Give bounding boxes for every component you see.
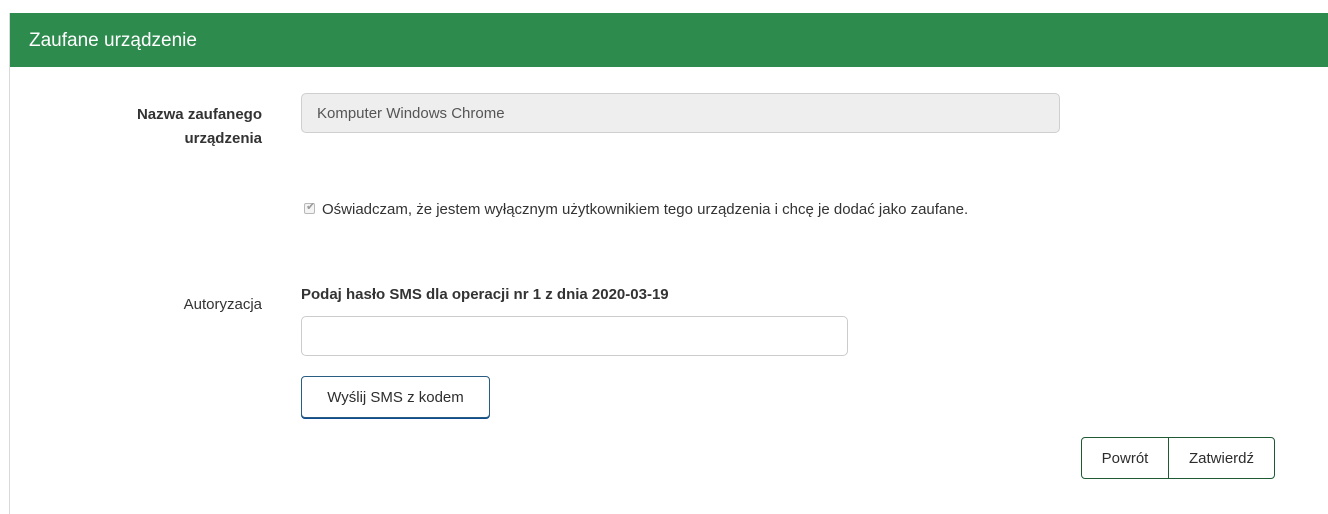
device-name-label: Nazwa zaufanego urządzenia xyxy=(136,106,262,147)
submit-button[interactable]: Zatwierdź xyxy=(1168,437,1275,479)
sms-code-input[interactable] xyxy=(301,316,848,356)
device-name-input[interactable] xyxy=(301,93,1060,133)
consent-text: Oświadczam, że jestem wyłącznym użytkown… xyxy=(322,201,969,218)
trusted-device-panel: Zaufane urządzenie Nazwa zaufanego urząd… xyxy=(9,13,1328,514)
authorization-label: Autoryzacja xyxy=(183,296,262,313)
consent-checkbox[interactable]: ✔ xyxy=(304,201,316,214)
panel-header: Zaufane urządzenie xyxy=(10,13,1328,67)
sms-prompt: Podaj hasło SMS dla operacji nr 1 z dnia… xyxy=(301,286,669,303)
back-button[interactable]: Powrót xyxy=(1081,437,1169,479)
send-sms-button[interactable]: Wyślij SMS z kodem xyxy=(301,376,490,418)
checkmark-icon: ✔ xyxy=(306,201,316,213)
panel-title: Zaufane urządzenie xyxy=(29,30,197,51)
